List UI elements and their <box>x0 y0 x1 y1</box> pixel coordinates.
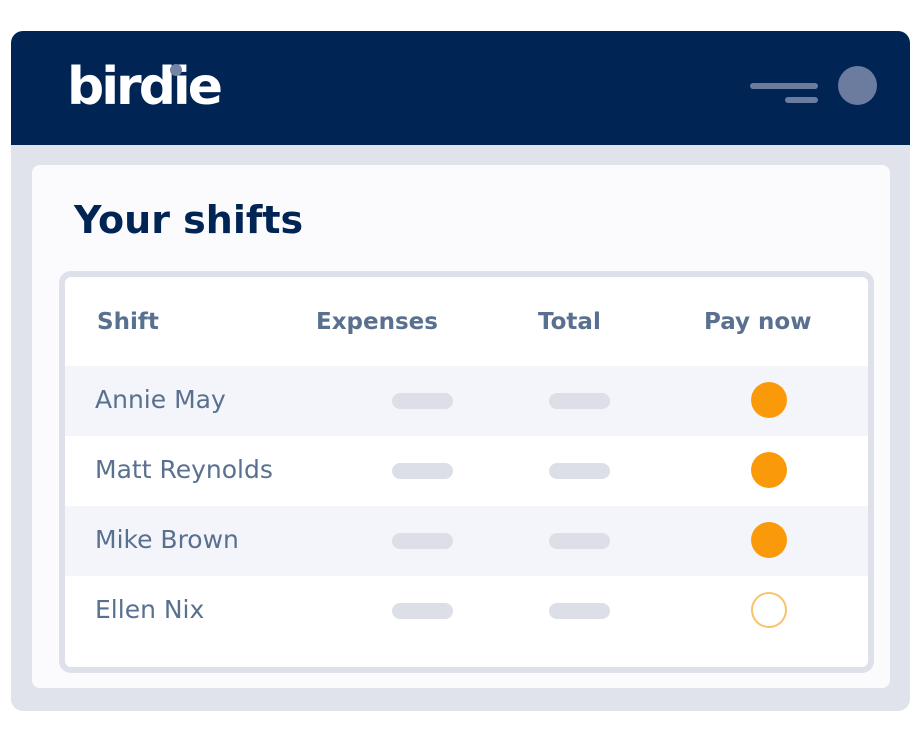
total-placeholder <box>549 533 610 549</box>
shift-name: Annie May <box>95 385 226 414</box>
user-avatar-icon[interactable] <box>838 66 877 105</box>
shift-name: Matt Reynolds <box>95 455 273 484</box>
table-row[interactable]: Matt Reynolds <box>65 436 868 506</box>
column-header-shift: Shift <box>97 309 159 335</box>
menu-line <box>750 83 818 89</box>
total-placeholder <box>549 463 610 479</box>
shift-name: Mike Brown <box>95 525 239 554</box>
table-header: Shift Expenses Total Pay now <box>65 277 868 366</box>
pay-now-toggle-off[interactable] <box>751 592 787 628</box>
table-row[interactable]: Ellen Nix <box>65 576 868 646</box>
pay-now-toggle-on[interactable] <box>751 452 787 488</box>
shift-name: Ellen Nix <box>95 595 205 624</box>
table-row[interactable]: Mike Brown <box>65 506 868 576</box>
shifts-table: Shift Expenses Total Pay now Annie May M… <box>59 271 874 673</box>
menu-line <box>785 97 818 103</box>
expenses-placeholder <box>392 463 453 479</box>
app-window: birdie Your shifts Shift Expenses Total … <box>11 31 910 711</box>
total-placeholder <box>549 393 610 409</box>
pay-now-toggle-on[interactable] <box>751 382 787 418</box>
logo-dot-icon <box>170 64 182 76</box>
expenses-placeholder <box>392 603 453 619</box>
pay-now-toggle-on[interactable] <box>751 522 787 558</box>
shifts-card: Your shifts Shift Expenses Total Pay now… <box>32 165 890 688</box>
table-row[interactable]: Annie May <box>65 366 868 436</box>
column-header-pay-now: Pay now <box>704 309 812 335</box>
expenses-placeholder <box>392 533 453 549</box>
top-bar: birdie <box>11 31 910 145</box>
total-placeholder <box>549 603 610 619</box>
expenses-placeholder <box>392 393 453 409</box>
hamburger-menu-icon[interactable] <box>750 79 822 107</box>
column-header-expenses: Expenses <box>316 309 438 335</box>
page-title: Your shifts <box>74 198 304 242</box>
birdie-logo[interactable]: birdie <box>67 61 223 113</box>
column-header-total: Total <box>538 309 601 335</box>
